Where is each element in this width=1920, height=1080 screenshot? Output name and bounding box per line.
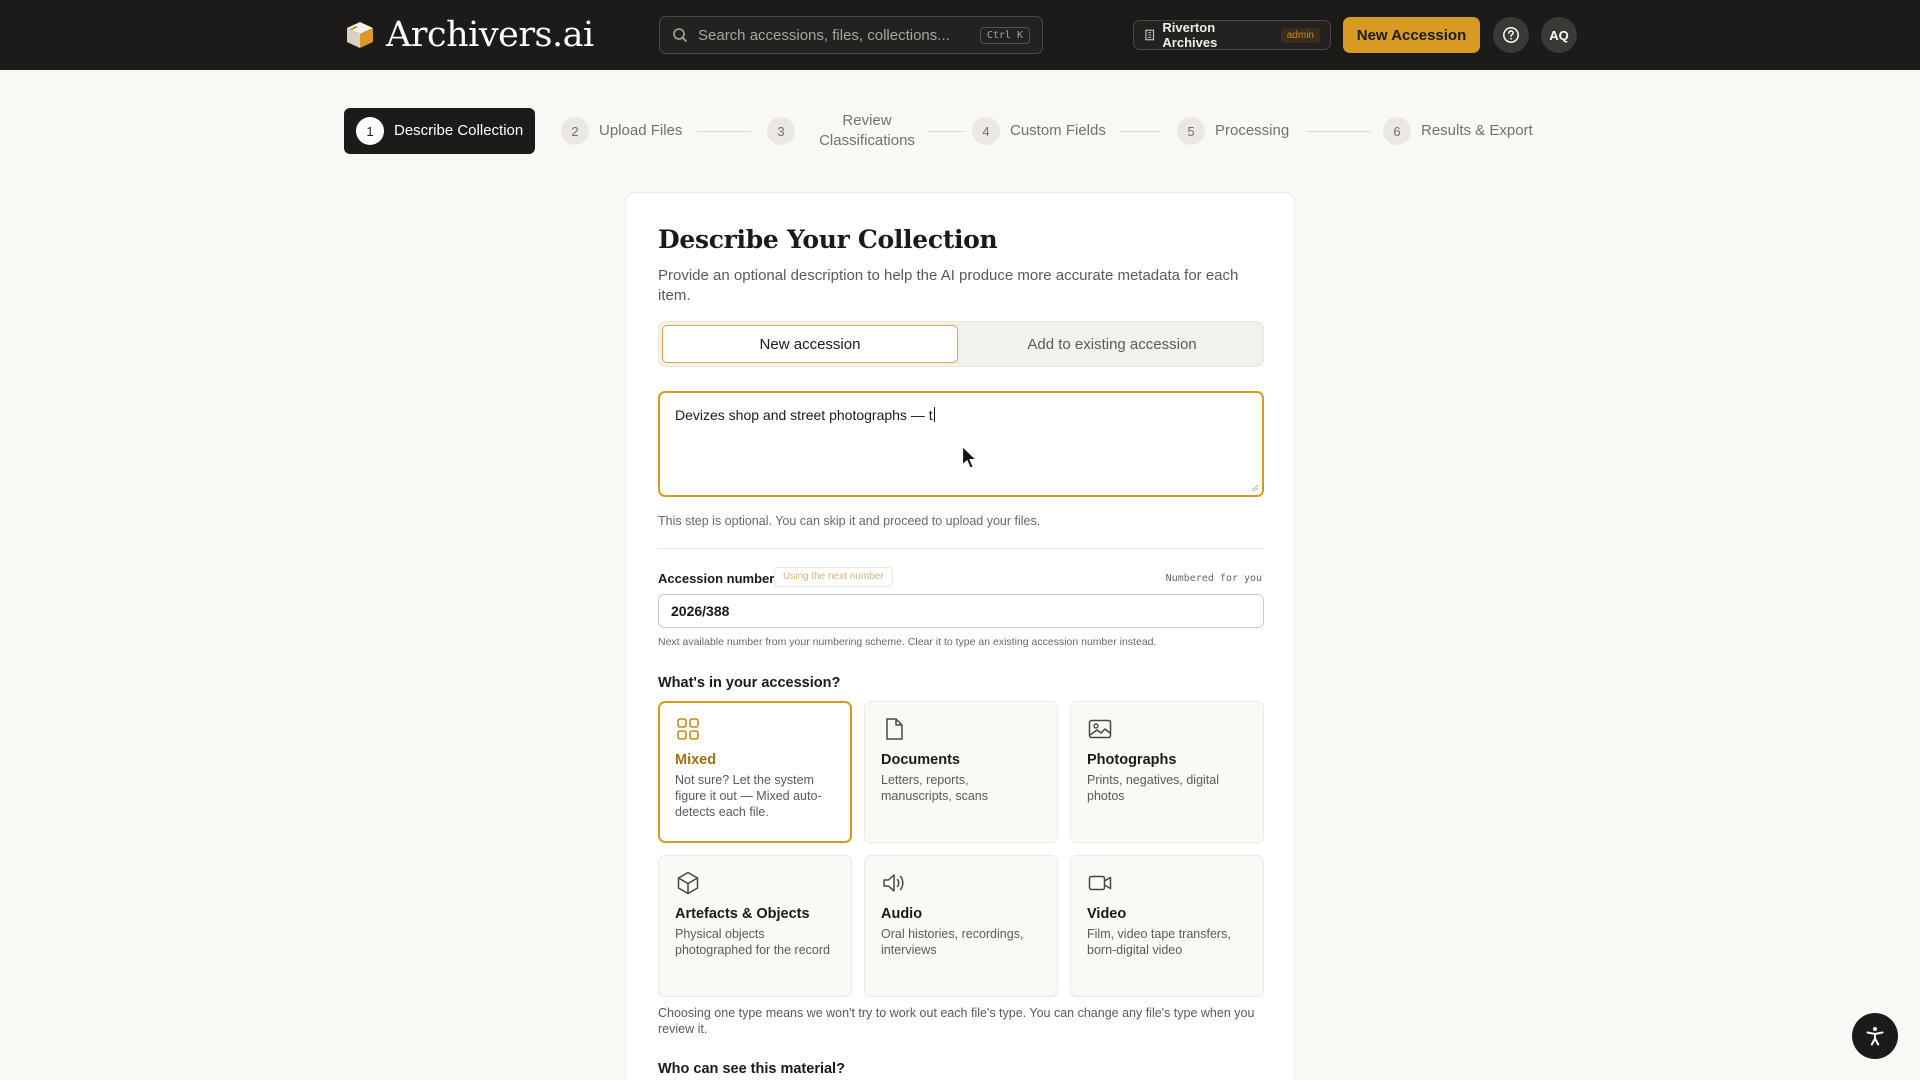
- step-review-classifications[interactable]: 3 Review Classifications: [767, 108, 927, 154]
- type-description: Physical objects photographed for the re…: [675, 927, 830, 957]
- step-number: 5: [1177, 117, 1205, 145]
- accessibility-icon: [1866, 1027, 1884, 1046]
- wizard-stepper: 1 Describe Collection 2 Upload Files 3 R…: [0, 108, 1920, 154]
- step-connector: [1120, 131, 1160, 132]
- mouse-pointer-icon: [961, 445, 977, 469]
- brand-logo[interactable]: Archivers.ai: [344, 14, 594, 56]
- step-number: 3: [767, 117, 795, 145]
- step-number: 6: [1383, 117, 1411, 145]
- new-accession-button[interactable]: New Accession: [1343, 17, 1480, 53]
- role-badge: admin: [1280, 27, 1320, 43]
- type-option-mixed[interactable]: Mixed Not sure? Let the system figure it…: [658, 701, 852, 843]
- user-avatar[interactable]: AQ: [1541, 17, 1577, 53]
- step-processing[interactable]: 5 Processing: [1177, 108, 1289, 154]
- type-title: Video: [1087, 906, 1127, 922]
- global-search[interactable]: Ctrl K: [659, 16, 1043, 54]
- accession-number-badge: Using the next number: [774, 567, 893, 587]
- resize-grip-icon[interactable]: [1251, 484, 1259, 492]
- type-option-artefacts-objects[interactable]: Artefacts & Objects Physical objects pho…: [658, 855, 852, 997]
- step-number: 2: [561, 117, 589, 145]
- text-caret: [933, 407, 935, 422]
- step-connector: [928, 131, 964, 132]
- accessibility-button[interactable]: [1852, 1013, 1898, 1059]
- step-number: 4: [972, 117, 1000, 145]
- collection-description-textarea[interactable]: Devizes shop and street photographs — t: [658, 391, 1264, 497]
- brand-name: Archivers.ai: [386, 15, 594, 55]
- accession-number-label: Accession number: [658, 571, 775, 586]
- type-title: Mixed: [675, 752, 717, 768]
- type-option-video[interactable]: Video Film, video tape transfers, born-d…: [1070, 855, 1264, 997]
- type-description: Oral histories, recordings, interviews: [881, 927, 1024, 957]
- type-description: Not sure? Let the system figure it out —…: [675, 773, 822, 819]
- step-label: Upload Files: [599, 122, 683, 139]
- speaker-icon: [883, 874, 904, 892]
- grid-icon: [677, 718, 699, 740]
- type-option-documents[interactable]: Documents Letters, reports, manuscripts,…: [864, 701, 1058, 843]
- step-label: Review Classifications: [819, 112, 915, 149]
- step-label: Describe Collection: [394, 122, 524, 139]
- accession-number-help: Next available number from your numberin…: [658, 636, 1157, 648]
- help-icon: [1503, 27, 1519, 43]
- step-number: 1: [356, 117, 384, 145]
- page-title: Describe Your Collection: [658, 225, 998, 254]
- video-icon: [1088, 875, 1112, 891]
- step-connector: [697, 131, 751, 132]
- type-description: Film, video tape transfers, born-digital…: [1087, 927, 1231, 957]
- step-connector: [1307, 131, 1371, 132]
- step-label: Results & Export: [1421, 122, 1533, 139]
- step-custom-fields[interactable]: 4 Custom Fields: [972, 108, 1106, 154]
- page-subtitle: Provide an optional description to help …: [658, 267, 1239, 304]
- org-switcher[interactable]: Riverton Archives admin: [1133, 20, 1331, 50]
- visibility-question: Who can see this material?: [658, 1061, 845, 1077]
- top-bar: Archivers.ai Ctrl K Riverton Archives ad…: [0, 0, 1920, 70]
- search-input[interactable]: [698, 26, 980, 44]
- type-title: Artefacts & Objects: [675, 906, 810, 922]
- accession-number-hint: Numbered for you: [1165, 573, 1262, 584]
- optional-step-note: This step is optional. You can skip it a…: [658, 514, 1041, 528]
- type-title: Documents: [881, 752, 960, 768]
- search-shortcut-hint: Ctrl K: [979, 26, 1030, 44]
- content-type-note: Choosing one type means we won't try to …: [658, 1006, 1255, 1036]
- step-label: Processing: [1215, 122, 1290, 139]
- type-option-audio[interactable]: Audio Oral histories, recordings, interv…: [864, 855, 1058, 997]
- building-icon: [1145, 29, 1155, 41]
- step-results-export[interactable]: 6 Results & Export: [1383, 108, 1533, 154]
- tab-add-to-existing-accession[interactable]: Add to existing accession: [964, 325, 1260, 363]
- divider: [658, 548, 1264, 549]
- description-text: Devizes shop and street photographs — t: [675, 407, 933, 423]
- tab-new-accession[interactable]: New accession: [662, 325, 958, 363]
- step-describe-collection[interactable]: 1 Describe Collection: [344, 108, 536, 154]
- content-type-question: What's in your accession?: [658, 675, 841, 691]
- type-description: Letters, reports, manuscripts, scans: [881, 773, 988, 803]
- search-icon: [673, 28, 688, 43]
- type-description: Prints, negatives, digital photos: [1087, 773, 1220, 803]
- archive-box-icon: [347, 22, 373, 48]
- type-title: Photographs: [1087, 752, 1177, 768]
- org-name: Riverton Archives: [1162, 20, 1218, 50]
- step-upload-files[interactable]: 2 Upload Files: [561, 108, 682, 154]
- type-title: Audio: [881, 906, 923, 922]
- describe-collection-card: Describe Your Collection Provide an opti…: [625, 192, 1295, 1080]
- type-option-photographs[interactable]: Photographs Prints, negatives, digital p…: [1070, 701, 1264, 843]
- accession-mode-toggle: New accession Add to existing accession: [658, 321, 1264, 367]
- document-icon: [886, 718, 903, 740]
- help-button[interactable]: [1493, 17, 1529, 53]
- accession-number-input[interactable]: [658, 594, 1264, 628]
- step-label: Custom Fields: [1010, 122, 1106, 139]
- image-icon: [1088, 719, 1112, 739]
- cube-icon: [677, 871, 699, 895]
